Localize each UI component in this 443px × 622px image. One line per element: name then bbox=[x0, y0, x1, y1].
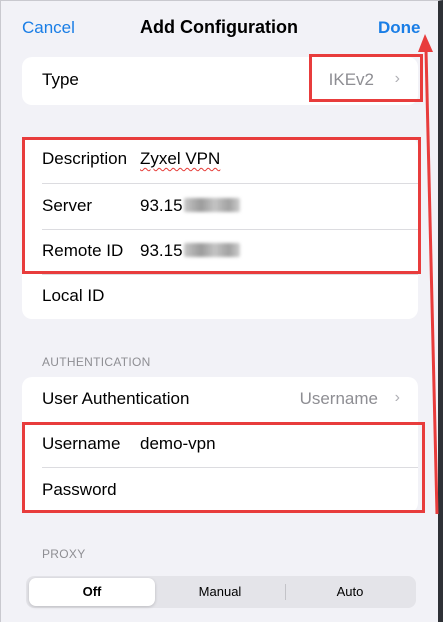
annotation-arrow-icon bbox=[418, 34, 439, 515]
